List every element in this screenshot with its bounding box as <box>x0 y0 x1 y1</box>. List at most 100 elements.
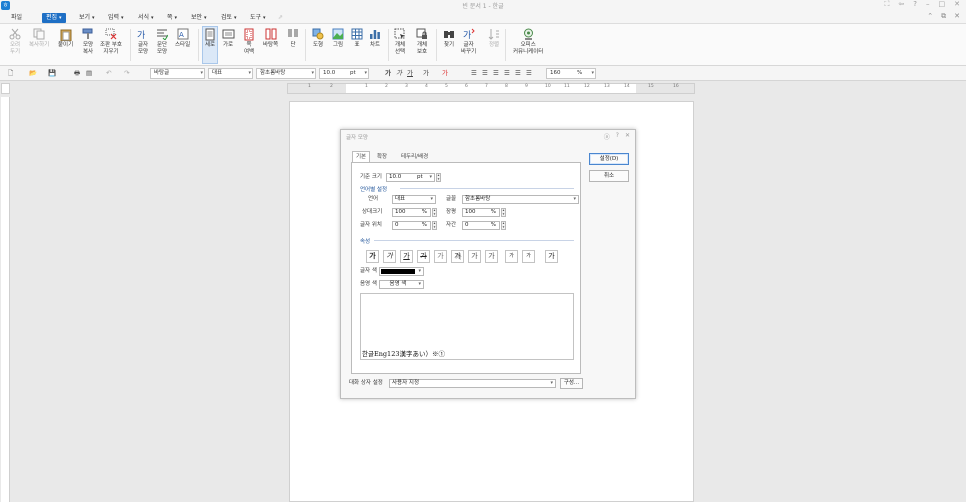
shadow-attr-button[interactable]: 가 <box>451 250 464 263</box>
align-left-icon[interactable]: ☰ <box>471 68 477 79</box>
menu-tools[interactable]: 도구 ▾ <box>250 13 266 23</box>
undo-icon[interactable]: ↶ <box>106 68 111 79</box>
share-icon[interactable]: ⇗ <box>278 13 283 23</box>
position-input[interactable]: 0% <box>392 221 431 230</box>
subscript-attr-button[interactable]: 가 <box>522 250 535 263</box>
split-icon[interactable]: ☰ <box>526 68 532 79</box>
portrait-button[interactable]: 세로 <box>202 26 218 64</box>
close-icon[interactable]: ✕ <box>954 0 960 9</box>
select-object-button[interactable]: 개체 선택 <box>393 27 407 56</box>
menu-page[interactable]: 쪽 ▾ <box>167 13 177 23</box>
tab-extended[interactable]: 확장 <box>374 152 390 162</box>
preview-icon[interactable]: ▤ <box>86 68 92 79</box>
new-doc-icon[interactable]: 🗋 <box>8 68 13 79</box>
normal-attr-button[interactable]: 가 <box>545 250 558 263</box>
chart-button[interactable]: 차트 <box>368 27 382 49</box>
cut-button[interactable]: 오려 두기 <box>8 27 22 56</box>
distribute-icon[interactable]: ☰ <box>515 68 521 79</box>
underline-attr-button[interactable]: 가 <box>400 250 413 263</box>
sort-button[interactable]: 정렬 <box>487 27 501 49</box>
minimize-icon[interactable]: – <box>926 0 930 9</box>
align-center-icon[interactable]: ☰ <box>493 68 499 79</box>
align-justify-icon[interactable]: ☰ <box>482 68 488 79</box>
dialog-settings-icon[interactable]: ⓐ <box>604 132 610 141</box>
clear-control-marks-button[interactable]: 조판 부호 지우기 <box>100 27 122 56</box>
outline-attr-button[interactable]: 가 <box>434 250 447 263</box>
picture-button[interactable]: 그림 <box>331 27 345 49</box>
dialog-close-icon[interactable]: ✕ <box>625 132 630 141</box>
master-page-button[interactable]: 바탕쪽 <box>263 27 278 49</box>
lang-select[interactable]: 대표 ▾ <box>392 195 436 204</box>
ruler-corner[interactable] <box>1 83 10 94</box>
font-select[interactable]: 함초롬바탕 ▾ <box>462 195 579 204</box>
protect-object-button[interactable]: 개체 보호 <box>415 27 429 56</box>
bold-button[interactable]: 가 <box>385 68 391 79</box>
position-spinner[interactable]: ▴ ▾ <box>432 221 437 230</box>
rel-size-input[interactable]: 100% <box>392 208 431 217</box>
page-margin-button[interactable]: 쪽 여백 <box>242 27 256 56</box>
menu-view[interactable]: 보기 ▾ <box>79 13 95 23</box>
text-color-button[interactable]: 가 <box>442 68 448 79</box>
table-button[interactable]: 표 <box>350 27 364 49</box>
fullscreen-icon[interactable]: ⛶ <box>885 0 890 9</box>
spacing-input[interactable]: 0% <box>462 221 500 230</box>
width-spinner[interactable]: ▴ ▾ <box>501 208 506 217</box>
horizontal-ruler[interactable]: 1 2 1 2 3 4 5 6 7 8 9 10 11 12 13 14 15 … <box>287 83 695 94</box>
text-color-picker[interactable]: ▾ <box>379 267 424 276</box>
office-communicator-button[interactable]: 오피스 커뮤니케이터 <box>513 27 543 56</box>
font-size-combo[interactable]: 10.0 pt ▾ <box>319 68 369 79</box>
dialog-help-icon[interactable]: ? <box>616 132 619 141</box>
bold-attr-button[interactable]: 가 <box>366 250 379 263</box>
ok-button[interactable]: 설정(D) <box>589 153 629 165</box>
back-icon[interactable]: ⇦ <box>898 0 904 9</box>
open-folder-icon[interactable]: 📂 <box>29 68 37 79</box>
rel-size-spinner[interactable]: ▴ ▾ <box>432 208 437 217</box>
menu-format[interactable]: 서식 ▾ <box>138 13 154 23</box>
redo-icon[interactable]: ↷ <box>124 68 129 79</box>
language-combo[interactable]: 대표 ▾ <box>208 68 253 79</box>
underline-button[interactable]: 가 <box>407 68 413 79</box>
align-right-icon[interactable]: ☰ <box>504 68 510 79</box>
style-combo[interactable]: 바탕글 ▾ <box>150 68 205 79</box>
strikethrough-attr-button[interactable]: 가 <box>417 250 430 263</box>
spacing-spinner[interactable]: ▴ ▾ <box>501 221 506 230</box>
ribbon-collapse-icon[interactable]: ⌃ <box>927 12 933 21</box>
font-combo[interactable]: 함초롬바탕 ▾ <box>256 68 316 79</box>
engrave-attr-button[interactable]: 가 <box>485 250 498 263</box>
base-size-spinner[interactable]: ▴ ▾ <box>436 173 441 182</box>
shape-button[interactable]: 도형 <box>311 27 325 49</box>
copy-button[interactable]: 복사하기 <box>29 27 49 49</box>
emboss-attr-button[interactable]: 가 <box>468 250 481 263</box>
strikethrough-button[interactable]: 가 <box>423 68 429 79</box>
vertical-ruler[interactable] <box>1 97 10 502</box>
para-shape-button[interactable]: 문단 모양 <box>155 27 169 56</box>
zoom-combo[interactable]: 160 % ▾ <box>546 68 596 79</box>
menu-security[interactable]: 보안 ▾ <box>191 13 207 23</box>
landscape-button[interactable]: 가로 <box>221 27 235 49</box>
print-icon[interactable]: 🖶 <box>74 68 80 79</box>
save-icon[interactable]: 💾 <box>48 68 56 79</box>
shade-color-picker[interactable]: 음영 색 ▾ <box>379 280 424 289</box>
italic-attr-button[interactable]: 가 <box>383 250 396 263</box>
restore-icon[interactable]: ⧉ <box>941 12 946 21</box>
char-shape-button[interactable]: 가 글자 모양 <box>136 27 150 56</box>
superscript-attr-button[interactable]: 가 <box>505 250 518 263</box>
paste-button[interactable]: 붙이기 <box>58 27 73 49</box>
base-size-input[interactable]: 10.0 pt ▾ <box>386 173 435 182</box>
width-input[interactable]: 100% <box>462 208 500 217</box>
replace-button[interactable]: 가 글자 바꾸기 <box>461 27 476 56</box>
cancel-button[interactable]: 취소 <box>589 170 629 182</box>
menu-review[interactable]: 검토 ▾ <box>221 13 237 23</box>
italic-button[interactable]: 가 <box>396 68 402 79</box>
tab-border-background[interactable]: 테두리/배경 <box>398 152 431 162</box>
doc-close-icon[interactable]: ✕ <box>954 12 960 21</box>
configure-button[interactable]: 구성... <box>560 378 583 389</box>
preset-select[interactable]: 사용자 지정 ▾ <box>389 379 556 388</box>
menu-file[interactable]: 파일 <box>11 13 22 23</box>
menu-edit[interactable]: 편집 ▾ <box>42 13 66 23</box>
maximize-icon[interactable]: □ <box>939 0 946 9</box>
find-button[interactable]: 찾기 <box>442 27 456 49</box>
columns-button[interactable]: 단 <box>286 27 300 49</box>
help-icon[interactable]: ? <box>913 0 917 9</box>
style-button[interactable]: A 스타일 <box>175 27 190 49</box>
